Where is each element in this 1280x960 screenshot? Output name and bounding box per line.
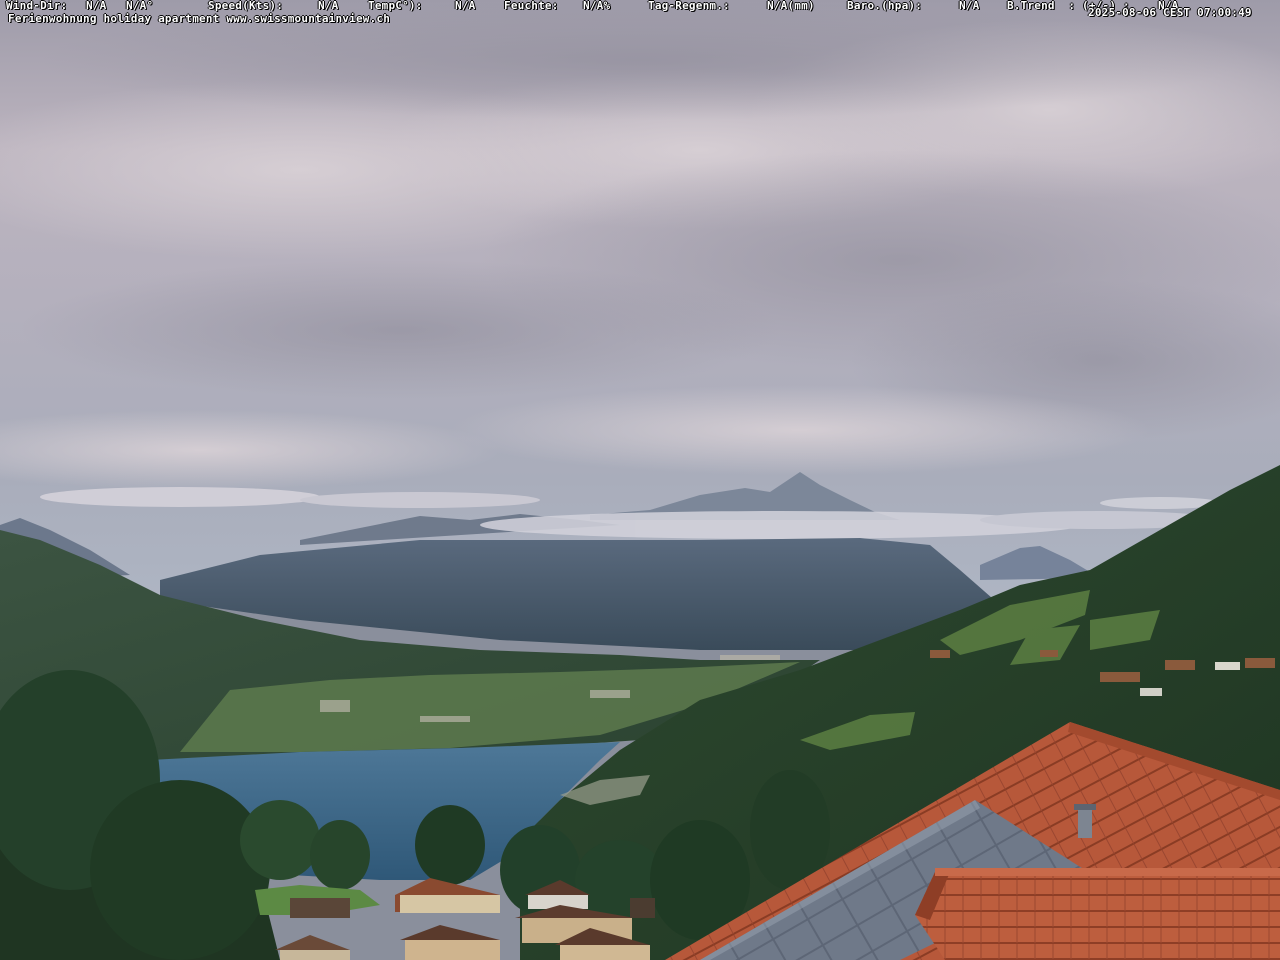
baro-label: Baro.(hpa): <box>847 0 923 12</box>
rain-label: Tag-Regenm.: <box>648 0 730 12</box>
speed-value: N/A <box>318 0 339 12</box>
clouds <box>0 0 1280 490</box>
humidity-value: N/A% <box>583 0 611 12</box>
wind-dir-label: Wind-Dir: <box>6 0 68 12</box>
timestamp: 2025-08-06 CEST 07:00:49 <box>1088 6 1252 19</box>
webcam-scene <box>0 0 1280 960</box>
baro-value: N/A <box>959 0 980 12</box>
wind-deg-value: N/A° <box>126 0 154 12</box>
speed-label: Speed(Kts): <box>208 0 284 12</box>
temp-label: TempC°): <box>368 0 423 12</box>
weather-overlay: Wind-Dir: N/A N/A° Speed(Kts): N/A TempC… <box>0 0 1280 24</box>
rain-value: N/A(mm) <box>767 0 815 12</box>
wind-dir-value: N/A <box>86 0 107 12</box>
humidity-label: Feuchte: <box>504 0 559 12</box>
temp-value: N/A <box>455 0 476 12</box>
caption: Ferienwohnung holiday apartment www.swis… <box>8 12 391 25</box>
